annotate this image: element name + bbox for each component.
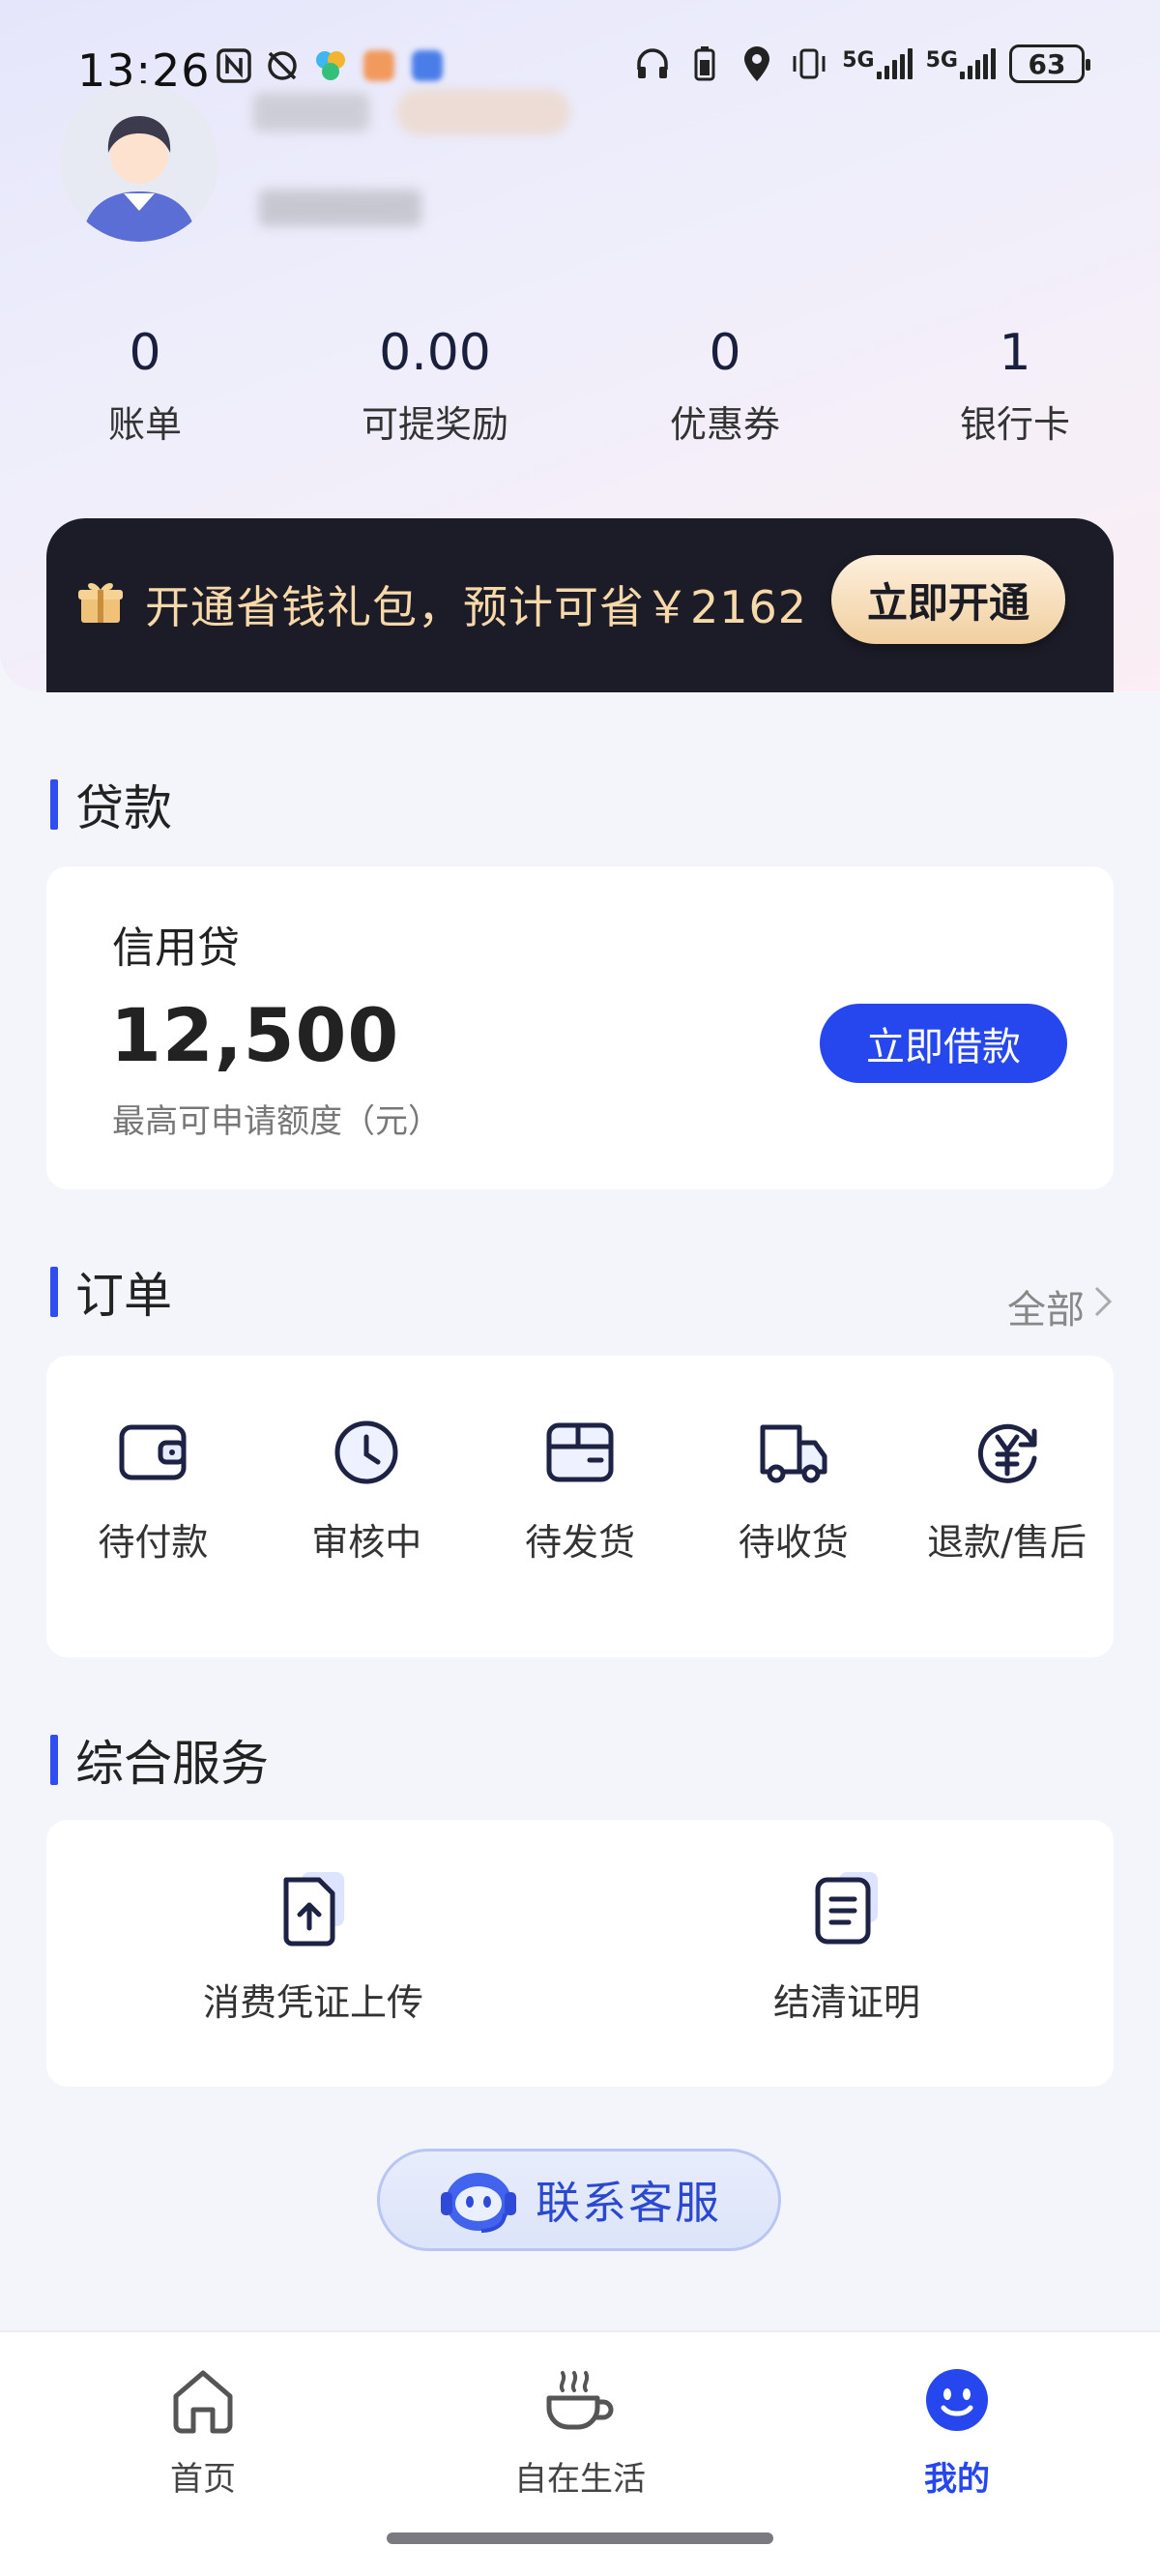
signal-icon: 5G	[926, 48, 996, 79]
app-notification-icon	[408, 46, 447, 85]
activate-button[interactable]: 立即开通	[831, 555, 1065, 644]
order-label: 退款/售后	[927, 1521, 1087, 1564]
order-label: 审核中	[311, 1521, 422, 1564]
section-title-orders: 订单	[50, 1257, 172, 1327]
order-pending-payment[interactable]: 待付款	[46, 1414, 260, 1566]
wallet-icon	[114, 1414, 191, 1491]
chevron-right-icon	[1092, 1284, 1114, 1329]
signal-icon: 5G	[842, 48, 913, 79]
stat-label: 账单	[107, 403, 182, 446]
stat-label: 优惠券	[669, 403, 780, 446]
stat-bank-cards[interactable]: 1 银行卡	[870, 319, 1160, 448]
member-badge-redacted[interactable]	[396, 89, 570, 135]
tab-home[interactable]: 首页	[77, 2361, 329, 2500]
user-phone-redacted	[259, 190, 421, 226]
orders-all-label: 全部	[1007, 1288, 1085, 1332]
service-list: 消费凭证上传 结清证明	[46, 1868, 1114, 2026]
system-icons: 5G 5G 63	[633, 44, 1090, 83]
network-type-2: 5G	[925, 48, 958, 73]
loan-amount: 12,500	[110, 992, 400, 1078]
stat-label: 可提奖励	[361, 403, 508, 446]
service-settlement-certificate[interactable]: 结清证明	[580, 1868, 1114, 2026]
stat-value: 0	[709, 324, 741, 382]
stat-label: 银行卡	[959, 403, 1070, 446]
tab-label: 自在生活	[514, 2460, 646, 2499]
stat-rewards[interactable]: 0.00 可提奖励	[290, 319, 580, 448]
battery-case-icon	[685, 44, 724, 83]
order-label: 待发货	[524, 1521, 635, 1564]
orders-all-link[interactable]: 全部	[1007, 1278, 1114, 1334]
order-to-ship[interactable]: 待发货	[474, 1414, 687, 1566]
service-upload-voucher[interactable]: 消费凭证上传	[46, 1868, 580, 2026]
home-indicator[interactable]	[387, 2532, 773, 2544]
borrow-now-button[interactable]: 立即借款	[820, 1004, 1067, 1083]
order-label: 待收货	[738, 1521, 849, 1564]
gift-icon	[75, 576, 126, 627]
stat-value: 0.00	[379, 324, 491, 382]
battery-icon: 63	[1009, 44, 1090, 83]
headphones-icon	[633, 44, 672, 83]
customer-service-label: 联系客服	[536, 2177, 721, 2229]
coffee-cup-icon	[541, 2361, 619, 2443]
nfc-icon	[215, 46, 253, 85]
service-label: 结清证明	[772, 1981, 920, 2024]
package-icon	[541, 1414, 619, 1491]
location-icon	[738, 44, 776, 83]
loan-amount-caption: 最高可申请额度（元）	[112, 1102, 441, 1141]
stat-coupons[interactable]: 0 优惠券	[580, 319, 870, 448]
section-title-loan: 贷款	[50, 770, 172, 839]
certificate-document-icon	[806, 1868, 887, 1949]
home-icon	[164, 2361, 242, 2443]
app-notification-icon	[311, 46, 350, 85]
loan-card[interactable]: 信用贷 12,500 最高可申请额度（元） 立即借款	[46, 866, 1114, 1189]
section-title-services: 综合服务	[50, 1725, 269, 1795]
contact-customer-service-button[interactable]: 联系客服	[377, 2149, 781, 2251]
smiley-icon	[918, 2361, 996, 2443]
customer-service-robot-icon	[437, 2159, 520, 2240]
orders-card: 待付款 审核中 待发货 待收货 退款/售后	[46, 1356, 1114, 1657]
order-refund-aftersales[interactable]: 退款/售后	[900, 1414, 1114, 1566]
truck-icon	[755, 1414, 832, 1491]
user-name-redacted	[253, 93, 369, 132]
stat-value: 0	[129, 324, 161, 382]
mute-icon	[263, 46, 302, 85]
network-type-1: 5G	[842, 48, 875, 73]
order-status-list: 待付款 审核中 待发货 待收货 退款/售后	[46, 1414, 1114, 1566]
services-card: 消费凭证上传 结清证明	[46, 1820, 1114, 2087]
order-to-receive[interactable]: 待收货	[686, 1414, 900, 1566]
loan-product-name: 信用贷	[112, 923, 240, 973]
vibrate-icon	[790, 44, 828, 83]
notification-icons	[215, 46, 447, 85]
clock-icon	[328, 1414, 405, 1491]
tab-life[interactable]: 自在生活	[454, 2361, 706, 2500]
order-label: 待付款	[98, 1521, 209, 1564]
account-stats: 0 账单 0.00 可提奖励 0 优惠券 1 银行卡	[0, 319, 1160, 448]
upload-document-icon	[273, 1868, 354, 1949]
stat-bills[interactable]: 0 账单	[0, 319, 290, 448]
order-under-review[interactable]: 审核中	[260, 1414, 474, 1566]
tab-label: 我的	[924, 2460, 990, 2499]
service-label: 消费凭证上传	[202, 1981, 423, 2024]
refund-icon	[969, 1414, 1046, 1491]
app-notification-icon	[360, 46, 398, 85]
tab-mine[interactable]: 我的	[831, 2361, 1083, 2500]
tab-label: 首页	[170, 2460, 236, 2499]
savings-pack-banner[interactable]: 开通省钱礼包，预计可省￥2162 立即开通	[46, 518, 1114, 692]
stat-value: 1	[999, 324, 1031, 382]
avatar[interactable]	[60, 83, 218, 242]
promo-text: 开通省钱礼包，预计可省￥2162	[145, 581, 808, 633]
